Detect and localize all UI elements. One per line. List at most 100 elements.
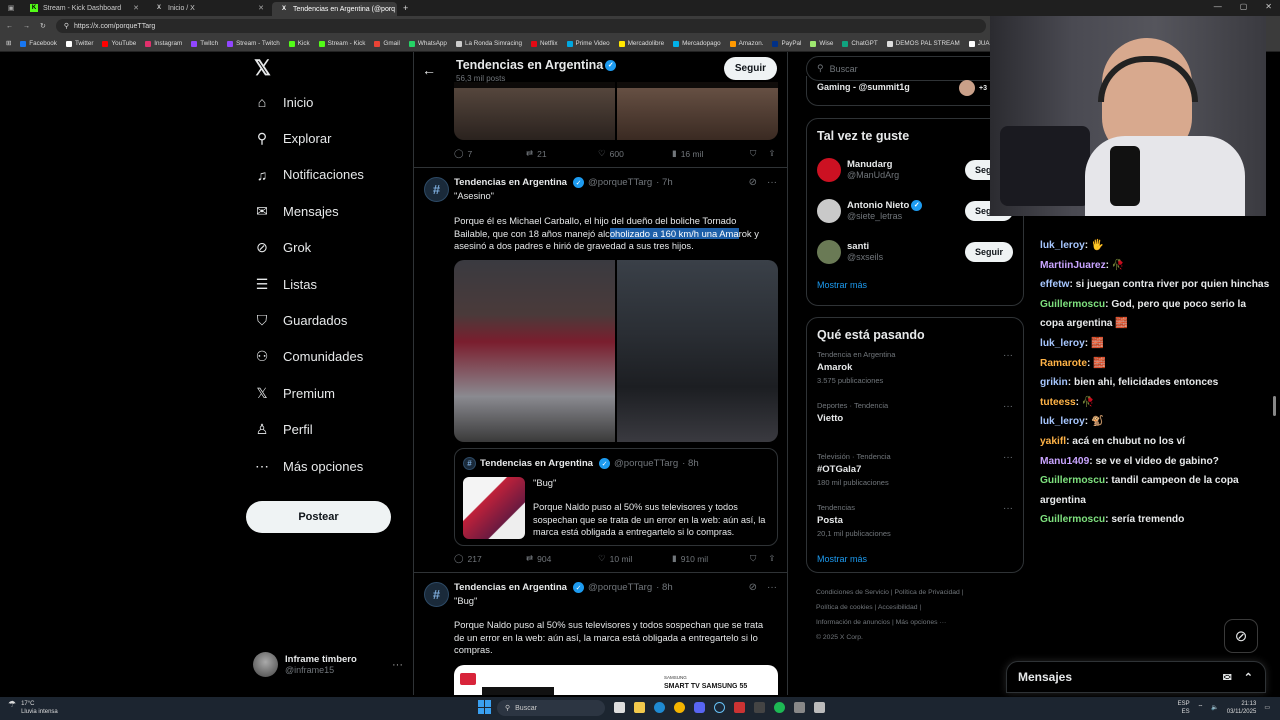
repost-button[interactable]: ⇄ 904 bbox=[526, 553, 598, 564]
tweet[interactable]: # Tendencias en Argentina ✓ @porqueTTarg … bbox=[414, 167, 787, 567]
x-logo-icon[interactable]: 𝕏 bbox=[246, 56, 406, 84]
timestamp[interactable]: · 8h bbox=[656, 582, 673, 593]
avatar[interactable] bbox=[817, 198, 841, 223]
maximize-icon[interactable]: ▢ bbox=[1240, 2, 1248, 11]
app-icon[interactable] bbox=[794, 702, 805, 713]
nav-item-notificaciones[interactable]: ♫ Notificaciones bbox=[246, 157, 406, 193]
expand-icon[interactable]: ⌃ bbox=[1244, 671, 1253, 684]
media-image[interactable] bbox=[454, 82, 615, 140]
trend-item[interactable]: Tendencia en Argentina Amarok 3.575 public… bbox=[807, 348, 1023, 399]
follow-button[interactable]: Seguir bbox=[964, 241, 1013, 262]
bookmark-item[interactable]: Stream - Kick bbox=[318, 40, 365, 47]
close-tab-icon[interactable]: ✕ bbox=[258, 4, 264, 12]
bookmark-item[interactable]: ChatGPT bbox=[842, 40, 878, 47]
site-info-icon[interactable]: ⚲ bbox=[64, 22, 69, 30]
media-grid[interactable] bbox=[454, 82, 778, 140]
bookmark-item[interactable]: Twitch bbox=[191, 40, 218, 47]
trend-item[interactable]: Televisión · Tendencia #OTGala7 180 mil pu… bbox=[807, 450, 1023, 501]
author-handle[interactable]: @porqueTTarg bbox=[588, 582, 652, 593]
spotify-icon[interactable] bbox=[774, 702, 785, 713]
chat-username[interactable]: MartiinJuarez bbox=[1040, 260, 1106, 271]
bookmark-item[interactable]: Twitter bbox=[65, 40, 93, 47]
language-indicator[interactable]: ESP ES bbox=[1178, 700, 1190, 716]
edge-icon[interactable] bbox=[654, 702, 665, 713]
grok-button[interactable]: ⊘ bbox=[1224, 619, 1258, 653]
nav-item-m-s-opciones[interactable]: ⋯ Más opciones bbox=[246, 448, 406, 484]
reply-button[interactable]: ◯ 7 bbox=[454, 148, 526, 159]
weather-widget[interactable]: ☂ 17°C Lluvia intensa bbox=[8, 700, 58, 716]
media-grid[interactable] bbox=[454, 260, 778, 442]
views-button[interactable]: ▮ 910 mil bbox=[672, 553, 750, 564]
bookmark-item[interactable]: Mercadopago bbox=[673, 40, 721, 47]
post-button[interactable]: Postear bbox=[246, 501, 391, 533]
bookmark-item[interactable]: Gmail bbox=[374, 40, 400, 47]
repost-button[interactable]: ⇄ 21 bbox=[526, 148, 598, 159]
more-icon[interactable]: ··· bbox=[1003, 401, 1013, 412]
suggestion-row[interactable]: santi @sxseils Seguir bbox=[807, 231, 1023, 272]
trend-item[interactable]: Deportes · Tendencia Vietto ··· bbox=[807, 399, 1023, 450]
reload-icon[interactable]: ↻ bbox=[40, 22, 46, 30]
nav-item-premium[interactable]: 𝕏 Premium bbox=[246, 375, 406, 411]
quote-thumbnail[interactable] bbox=[463, 477, 525, 539]
more-icon[interactable]: ··· bbox=[767, 177, 777, 188]
bookmark-item[interactable]: DEMOS PAL STREAM bbox=[886, 40, 960, 47]
like-button[interactable]: ♡ 10 mil bbox=[598, 553, 672, 564]
media-image[interactable] bbox=[617, 82, 778, 140]
bookmark-item[interactable]: Wise bbox=[810, 40, 833, 47]
bookmark-icon[interactable]: ⛉ bbox=[750, 148, 756, 159]
tweet[interactable]: # Tendencias en Argentina ✓ @porqueTTarg … bbox=[414, 572, 787, 695]
share-icon[interactable]: ⇪ bbox=[768, 553, 775, 564]
forward-icon[interactable]: → bbox=[23, 23, 30, 30]
footer-link[interactable]: Accesibilidad bbox=[878, 604, 918, 611]
file-explorer-icon[interactable] bbox=[634, 702, 645, 713]
chat-username[interactable]: luk_leroy bbox=[1040, 416, 1085, 427]
notification-icon[interactable]: ▭ bbox=[1264, 704, 1270, 712]
bookmark-item[interactable]: Netflix bbox=[531, 40, 558, 47]
avatar[interactable]: # bbox=[424, 177, 449, 202]
app-icon[interactable] bbox=[814, 702, 825, 713]
link-card[interactable]: SAMSUNG SMART TV SAMSUNG 55 bbox=[454, 665, 778, 695]
chat-username[interactable]: Ramarote bbox=[1040, 358, 1087, 369]
more-icon[interactable]: ··· bbox=[392, 659, 403, 671]
app-icon[interactable] bbox=[734, 702, 745, 713]
app-icon[interactable] bbox=[754, 702, 765, 713]
footer-link[interactable]: Condiciones de Servicio bbox=[816, 589, 889, 596]
nav-item-grok[interactable]: ⊘ Grok bbox=[246, 230, 406, 266]
chat-username[interactable]: Guillermoscu bbox=[1040, 475, 1105, 486]
more-icon[interactable]: ··· bbox=[767, 582, 777, 593]
chat-username[interactable]: yakifl bbox=[1040, 436, 1066, 447]
author-handle[interactable]: @porqueTTarg bbox=[588, 177, 652, 188]
follow-button[interactable]: Seguir bbox=[723, 57, 777, 80]
reply-button[interactable]: ◯ 217 bbox=[454, 553, 526, 564]
tab-tendencias[interactable]: X Tendencias en Argentina (@porq ✕ bbox=[272, 2, 397, 16]
trend-item[interactable]: Tendencias Posta 20,1 mil publicaciones ··· bbox=[807, 501, 1023, 552]
bookmark-item[interactable]: Stream - Twitch bbox=[227, 40, 280, 47]
bookmark-item[interactable]: PayPal bbox=[772, 40, 801, 47]
timestamp[interactable]: · 7h bbox=[656, 177, 673, 188]
chat-username[interactable]: Guillermoscu bbox=[1040, 299, 1105, 310]
footer-link[interactable]: Política de cookies bbox=[816, 604, 873, 611]
tab-inicio[interactable]: X Inicio / X ✕ bbox=[147, 1, 272, 15]
author-name[interactable]: Tendencias en Argentina bbox=[454, 177, 567, 188]
footer-link[interactable]: Más opciones ··· bbox=[896, 619, 947, 626]
bookmark-item[interactable]: Facebook bbox=[20, 40, 57, 47]
bookmark-item[interactable]: Instagram bbox=[145, 40, 182, 47]
taskbar-search[interactable]: ⚲ Buscar bbox=[497, 700, 605, 716]
back-arrow-icon[interactable]: ← bbox=[414, 62, 444, 78]
bookmark-item[interactable]: Kick bbox=[288, 40, 310, 47]
footer-link[interactable]: Información de anuncios bbox=[816, 619, 890, 626]
chat-username[interactable]: Manu1409 bbox=[1040, 456, 1089, 467]
close-window-icon[interactable]: ✕ bbox=[1265, 2, 1272, 11]
nav-item-comunidades[interactable]: ⚇ Comunidades bbox=[246, 339, 406, 375]
grok-icon[interactable]: ⊘ bbox=[749, 177, 757, 188]
back-icon[interactable]: ← bbox=[6, 23, 13, 30]
author-name[interactable]: Tendencias en Argentina bbox=[454, 582, 567, 593]
more-icon[interactable]: ··· bbox=[1003, 452, 1013, 463]
clock[interactable]: 21:13 03/11/2025 bbox=[1227, 700, 1257, 716]
bookmark-item[interactable]: Amazon. bbox=[729, 40, 763, 47]
bookmark-item[interactable]: Mercadolibre bbox=[618, 40, 664, 47]
more-icon[interactable]: ··· bbox=[1003, 503, 1013, 514]
like-button[interactable]: ♡ 600 bbox=[598, 148, 672, 159]
views-button[interactable]: ▮ 16 mil bbox=[672, 148, 750, 159]
start-icon[interactable] bbox=[478, 700, 492, 714]
